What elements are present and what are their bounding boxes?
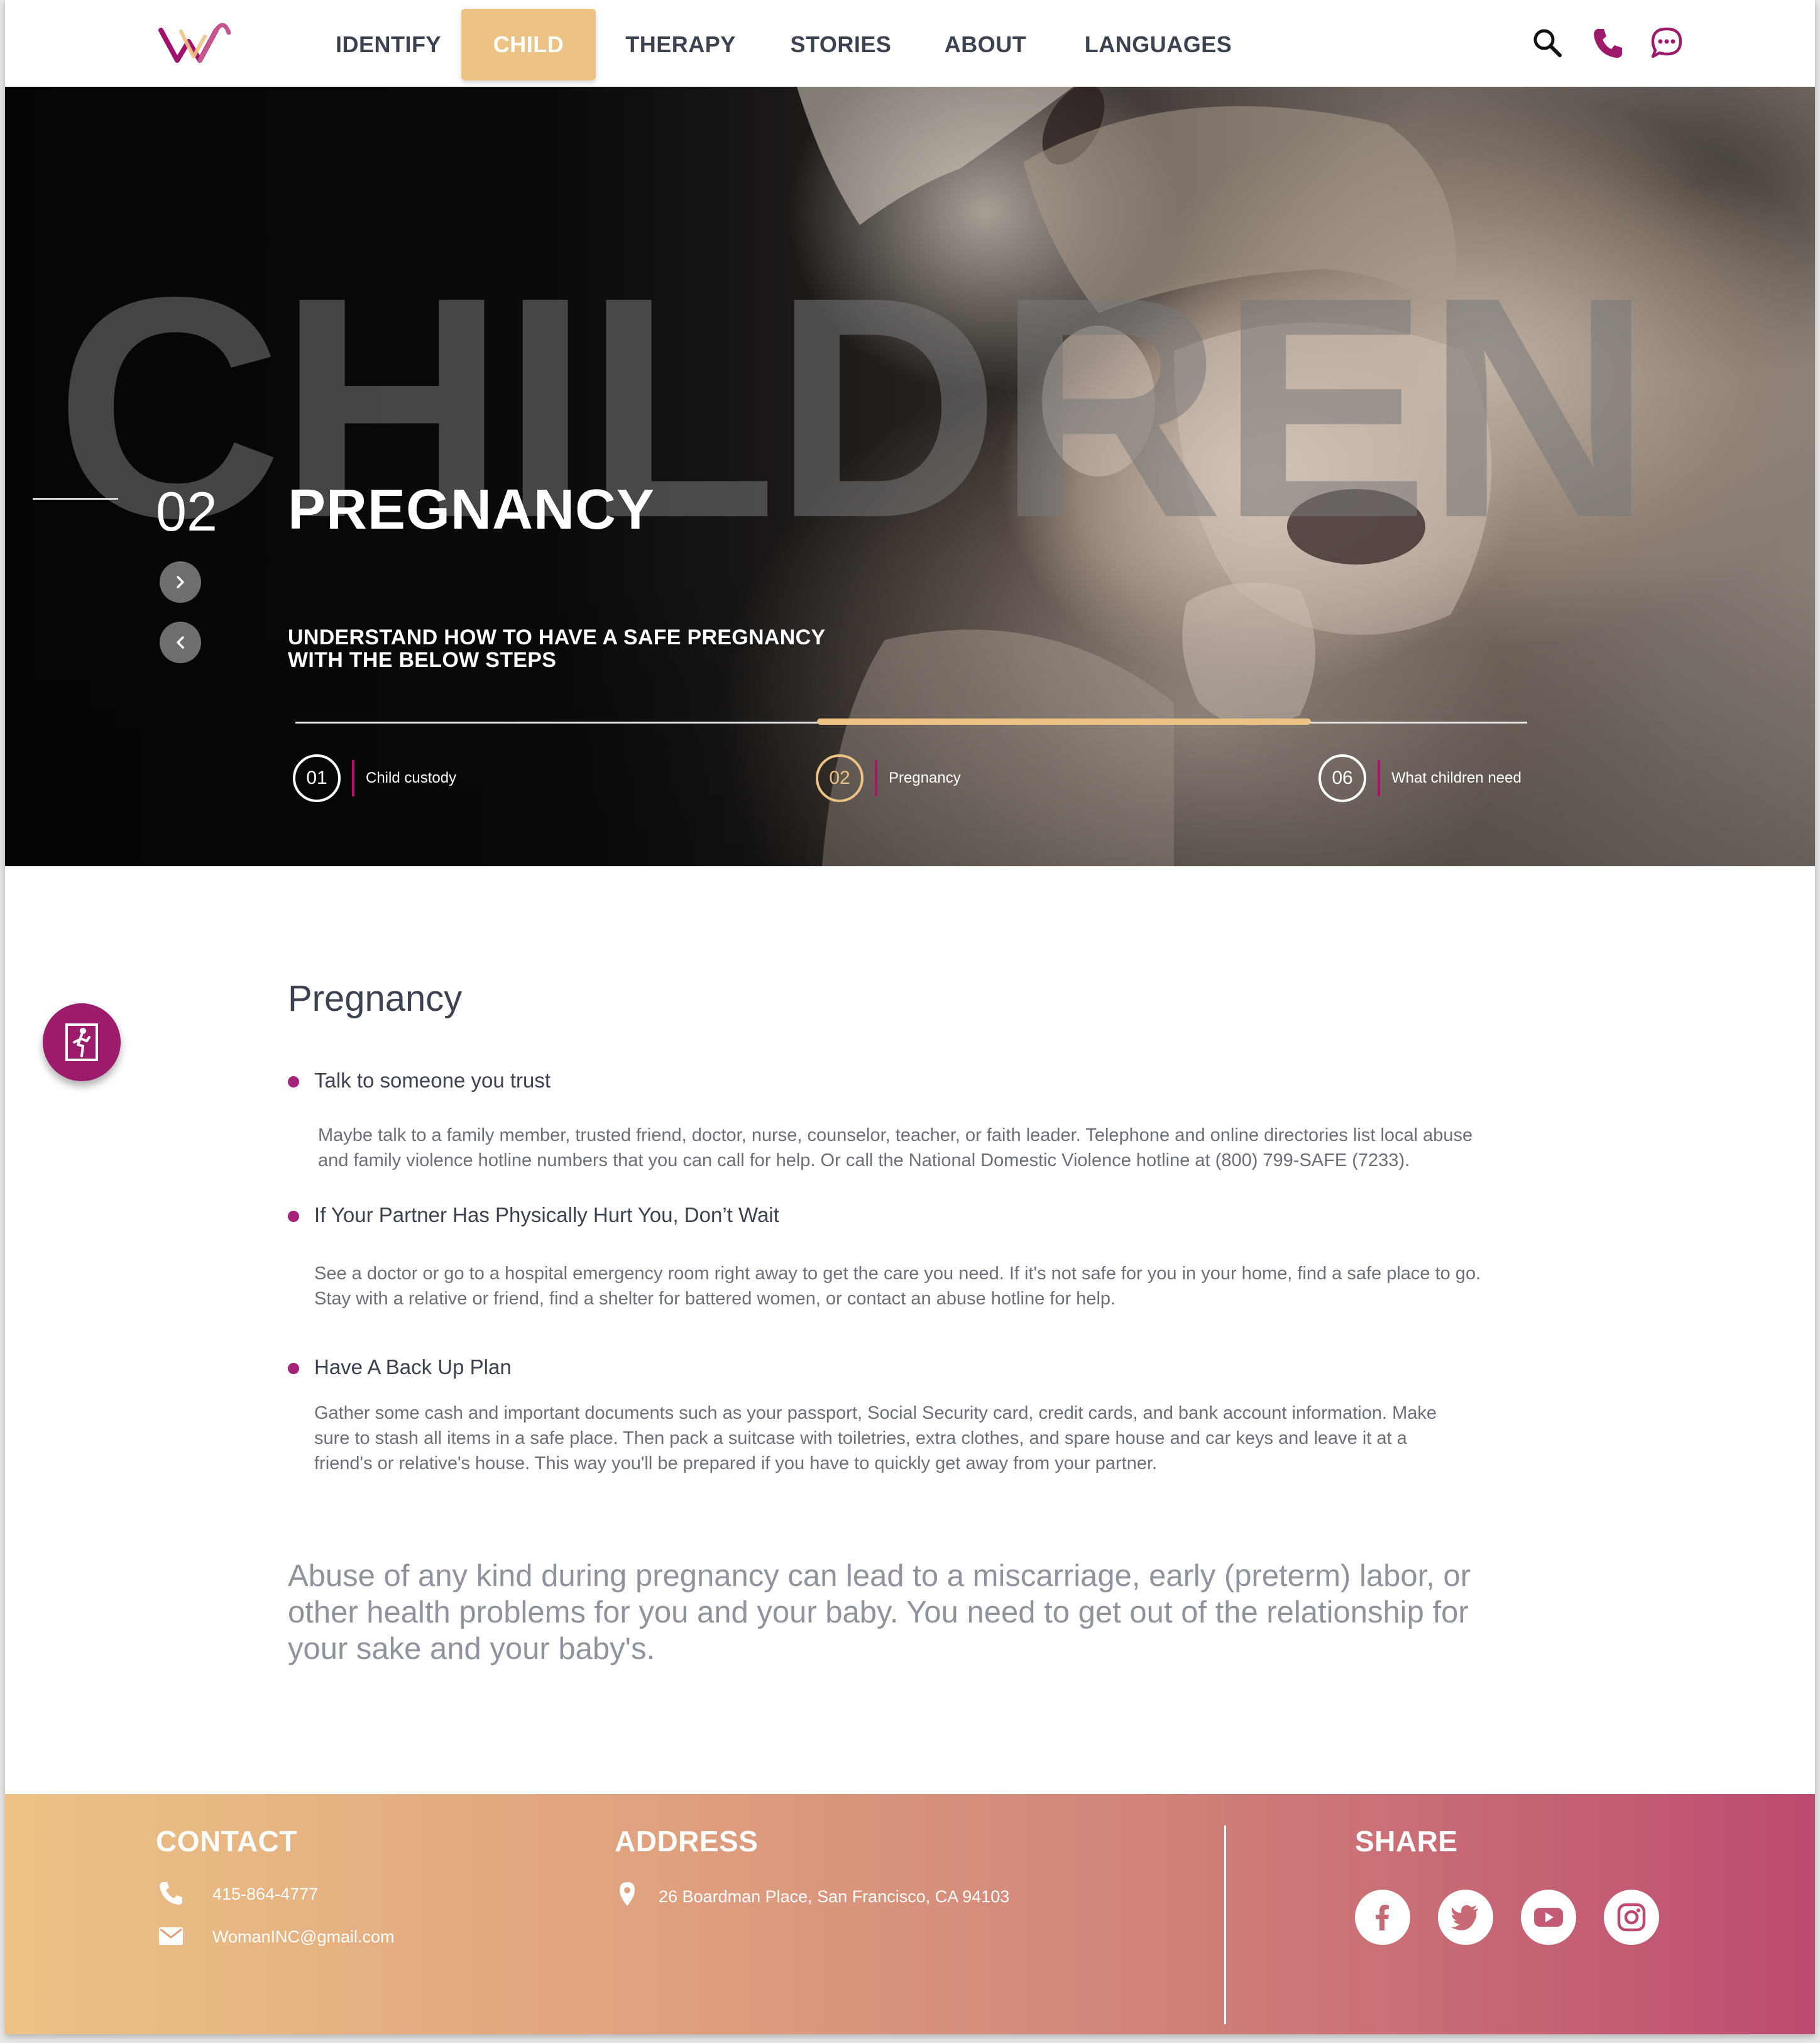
nav-about[interactable]: ABOUT [923,9,1048,80]
pull-quote-line: Abuse of any kind during pregnancy can l… [288,1559,1471,1593]
step-number: 01 [293,754,341,802]
twitter-button[interactable] [1438,1890,1493,1945]
pull-quote: Abuse of any kind during pregnancy can l… [288,1558,1545,1667]
page: IDENTIFY CHILD THERAPY STORIES ABOUT LAN… [5,0,1815,2034]
step-label: Pregnancy [889,769,961,786]
footer: CONTACT 415-864-4777 WomanINC@gmail.com … [5,1794,1815,2034]
contact-phone[interactable]: 415-864-4777 [212,1885,318,1904]
facebook-icon [1376,1905,1389,1930]
mail-icon [159,1927,183,1945]
nav-languages[interactable]: LANGUAGES [1073,9,1243,80]
nav-child[interactable]: CHILD [461,9,596,80]
item-body-line: friend's or relative's house. This way y… [314,1453,1158,1473]
share-heading: SHARE [1355,1825,1458,1858]
item-body: See a doctor or go to a hospital emergen… [314,1261,1481,1311]
phone-icon [160,1882,182,1905]
nav-stories[interactable]: STORIES [772,9,910,80]
item-body-line: sure to stash all items in a safe place.… [314,1428,1407,1448]
item-body: Gather some cash and important documents… [314,1401,1437,1476]
bullet-dot [288,1076,299,1088]
item-title: Have A Back Up Plan [314,1355,512,1379]
hero-subtitle-line1: UNDERSTAND HOW TO HAVE A SAFE PREGNANCY [288,625,826,649]
contact-email[interactable]: WomanINC@gmail.com [212,1927,394,1947]
item-body: Maybe talk to a family member, trusted f… [318,1123,1472,1173]
hero-step-number: 02 [156,480,217,542]
instagram-icon [1617,1903,1646,1932]
address-text: 26 Boardman Place, San Francisco, CA 941… [659,1887,1010,1906]
section-title: Pregnancy [288,978,463,1019]
hero-subtitle: UNDERSTAND HOW TO HAVE A SAFE PREGNANCY … [288,626,853,671]
hero-banner: CHILDREN 02 PREGNANCY UNDERSTAND HOW TO … [5,87,1815,866]
progress-active-segment [817,719,1311,725]
contact-heading: CONTACT [156,1825,297,1858]
step-number: 06 [1318,754,1366,802]
nav-therapy[interactable]: THERAPY [608,9,753,80]
nav-identify[interactable]: IDENTIFY [326,9,451,80]
item-body-line: Gather some cash and important documents… [314,1403,1437,1423]
chevron-right-icon [177,576,184,588]
step-divider [875,760,877,796]
bullet-dot [288,1363,299,1374]
instagram-button[interactable] [1604,1890,1659,1945]
step-divider [1378,760,1380,796]
location-pin-icon [620,1882,635,1906]
item-title: If Your Partner Has Physically Hurt You,… [314,1203,779,1226]
chat-icon[interactable] [1648,24,1686,62]
item-title: Talk to someone you trust [314,1069,551,1092]
youtube-button[interactable] [1521,1890,1576,1945]
footer-divider [1224,1825,1226,2024]
step-pregnancy[interactable]: 02 Pregnancy [816,754,961,802]
prev-button[interactable] [160,622,201,663]
youtube-icon [1534,1908,1563,1927]
step-child-custody[interactable]: 01 Child custody [293,754,456,802]
phone-icon[interactable] [1589,24,1626,62]
step-what-children-need[interactable]: 06 What children need [1318,754,1521,802]
address-heading: ADDRESS [615,1825,759,1858]
logo[interactable] [156,19,238,69]
pull-quote-line: your sake and your baby's. [288,1632,655,1666]
step-number: 02 [816,754,863,802]
item-body-line: Stay with a relative or friend, find a s… [314,1289,1116,1309]
step-label: What children need [1391,769,1521,786]
twitter-icon [1451,1905,1478,1930]
search-icon[interactable] [1528,24,1566,62]
pull-quote-line: other health problems for you and your b… [288,1595,1469,1629]
hero-title: PREGNANCY [288,478,655,541]
step-divider [352,760,354,796]
step-label: Child custody [366,769,457,786]
header: IDENTIFY CHILD THERAPY STORIES ABOUT LAN… [5,0,1815,87]
quick-exit-button[interactable] [43,1003,121,1081]
hero-accent-line [33,498,118,500]
next-button[interactable] [160,561,201,603]
exit-door-icon [65,1023,98,1061]
hero-subtitle-line2: WITH THE BELOW STEPS [288,648,557,672]
item-body-line: and family violence hotline numbers that… [318,1150,1410,1170]
item-body-line: See a doctor or go to a hospital emergen… [314,1264,1481,1284]
bullet-dot [288,1211,299,1222]
chevron-left-icon [177,636,184,649]
item-body-line: Maybe talk to a family member, trusted f… [318,1125,1473,1145]
facebook-button[interactable] [1355,1890,1410,1945]
